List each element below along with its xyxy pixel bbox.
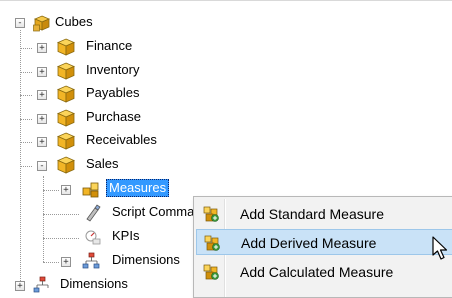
expand-toggle[interactable]: + bbox=[37, 137, 47, 147]
tree-item-dimensions-root[interactable]: Dimensions bbox=[58, 275, 130, 293]
tree-guide bbox=[20, 166, 32, 167]
dimensions-icon bbox=[33, 276, 49, 293]
tree-guide bbox=[43, 262, 59, 263]
tree-guide bbox=[43, 176, 44, 262]
tree-guide bbox=[20, 142, 32, 143]
tree-item-script-commands[interactable]: Script Comma bbox=[110, 203, 196, 221]
cube-icon bbox=[57, 38, 75, 56]
tree-guide bbox=[43, 238, 79, 239]
tree-item-purchase[interactable]: Purchase bbox=[84, 108, 143, 126]
tree-guide bbox=[20, 119, 32, 120]
tree-item-sales[interactable]: Sales bbox=[84, 155, 121, 173]
kpis-icon bbox=[85, 230, 101, 245]
expand-toggle[interactable]: + bbox=[61, 185, 71, 195]
menu-item-label: Add Derived Measure bbox=[241, 235, 377, 251]
expand-toggle[interactable]: + bbox=[37, 90, 47, 100]
tree-item-dimensions[interactable]: Dimensions bbox=[110, 251, 182, 269]
menu-item-label: Add Standard Measure bbox=[240, 206, 384, 222]
tree-guide bbox=[43, 190, 59, 191]
cube-icon bbox=[57, 109, 75, 127]
expand-toggle[interactable]: + bbox=[37, 114, 47, 124]
tree-item-kpis[interactable]: KPIs bbox=[110, 227, 141, 245]
tree-item-cubes[interactable]: Cubes bbox=[53, 13, 95, 31]
add-measure-icon bbox=[203, 206, 219, 222]
cube-icon bbox=[57, 62, 75, 80]
expand-toggle[interactable]: + bbox=[61, 257, 71, 267]
expand-toggle[interactable]: + bbox=[15, 281, 25, 291]
menu-item-add-derived-measure[interactable]: Add Derived Measure bbox=[196, 229, 452, 255]
collapse-toggle[interactable]: - bbox=[37, 161, 47, 171]
menu-item-label: Add Calculated Measure bbox=[240, 264, 394, 280]
menu-item-add-standard-measure[interactable]: Add Standard Measure bbox=[196, 201, 452, 227]
tree-guide bbox=[20, 72, 32, 73]
tree-item-receivables[interactable]: Receivables bbox=[84, 131, 159, 149]
cube-icon bbox=[57, 85, 75, 103]
add-measure-icon bbox=[204, 235, 220, 251]
tree-guide bbox=[20, 48, 32, 49]
script-commands-icon bbox=[86, 204, 101, 222]
measures-icon bbox=[82, 182, 99, 198]
add-measure-icon bbox=[203, 264, 219, 280]
tree-guide bbox=[43, 214, 79, 215]
tree-item-measures[interactable]: Measures bbox=[106, 179, 170, 197]
tree-guide bbox=[20, 30, 21, 287]
mouse-pointer-icon bbox=[432, 236, 448, 260]
cube-icon bbox=[57, 132, 75, 150]
menu-item-add-calculated-measure[interactable]: Add Calculated Measure bbox=[196, 259, 452, 285]
cubes-folder-icon bbox=[33, 15, 51, 32]
tree-item-payables[interactable]: Payables bbox=[84, 84, 141, 102]
dimensions-icon bbox=[82, 252, 100, 269]
tree-guide bbox=[20, 95, 32, 96]
tree-item-finance[interactable]: Finance bbox=[84, 37, 134, 55]
cube-icon bbox=[57, 156, 75, 174]
expand-toggle[interactable]: + bbox=[37, 67, 47, 77]
context-menu: Add Standard Measure Add Derived Measure… bbox=[193, 196, 452, 298]
collapse-toggle[interactable]: - bbox=[15, 18, 25, 28]
tree-item-inventory[interactable]: Inventory bbox=[84, 61, 141, 79]
expand-toggle[interactable]: + bbox=[37, 43, 47, 53]
